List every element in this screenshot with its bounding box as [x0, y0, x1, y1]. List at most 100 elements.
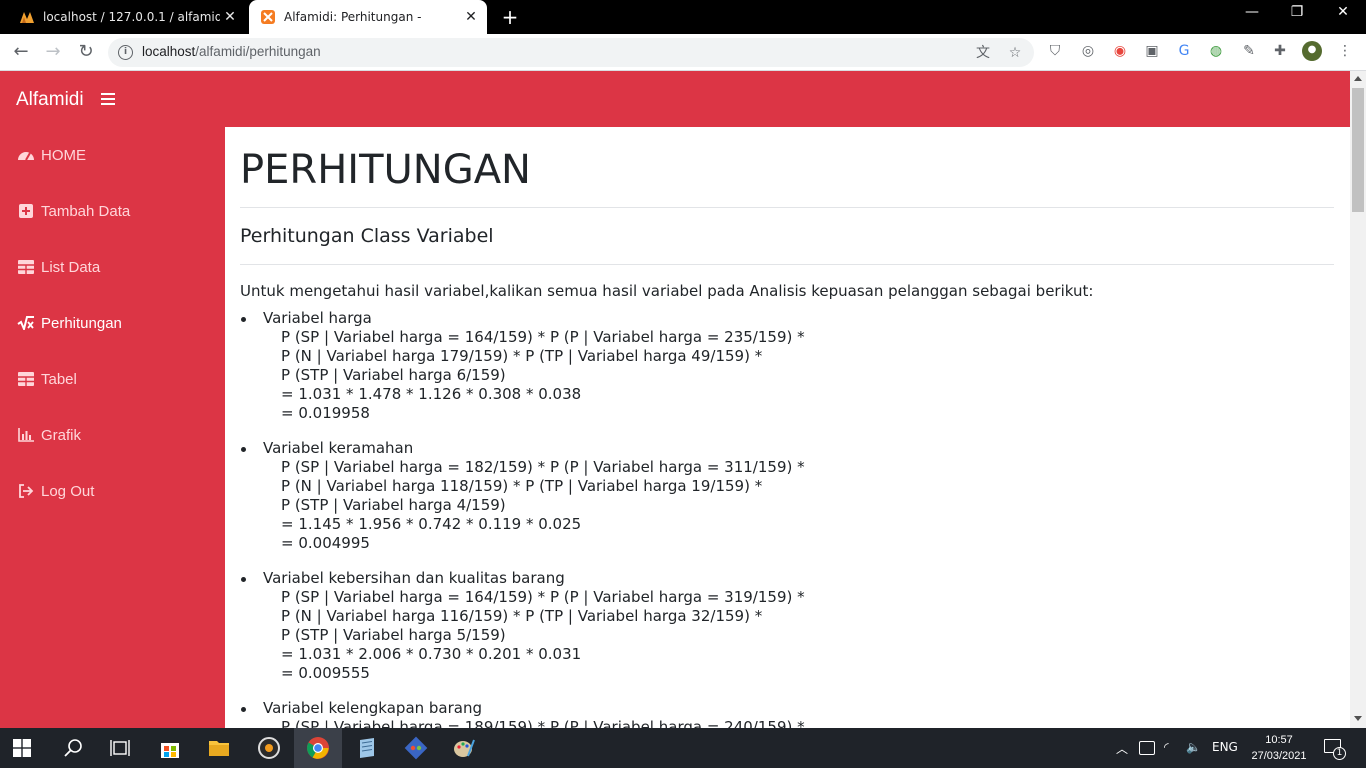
browser-tab-phpmyadmin[interactable]: localhost / 127.0.0.1 / alfamidi | p ✕	[8, 0, 246, 34]
sidebar-item-label: List Data	[41, 258, 101, 276]
hamburger-menu-icon[interactable]	[101, 93, 115, 105]
close-window-button[interactable]: ✕	[1331, 4, 1355, 20]
clock-time: 10:57	[1265, 734, 1293, 746]
notepad-icon[interactable]	[355, 736, 379, 760]
sidebar-item-label: Tambah Data	[41, 202, 131, 220]
sidebar-item-label: Perhitungan	[41, 314, 122, 332]
browser-tab-alfamidi[interactable]: Alfamidi: Perhitungan - ✕	[249, 0, 487, 34]
formula-line: P (SP | Variabel harga = 189/159) * P (P…	[281, 718, 805, 728]
clock[interactable]: 10:57 27/03/2021	[1248, 732, 1310, 764]
store-icon[interactable]	[158, 736, 182, 760]
item-title: Variabel kebersihan dan kualitas barang	[263, 569, 565, 587]
minimize-button[interactable]: —	[1240, 4, 1264, 20]
sidebar-item-log-out[interactable]: Log Out	[17, 479, 94, 503]
site-info-icon[interactable]: i	[118, 45, 133, 60]
item-title: Variabel harga	[263, 309, 372, 327]
tab-title: Alfamidi: Perhitungan -	[284, 10, 422, 24]
sidebar-item-home[interactable]: HOME	[17, 143, 86, 167]
variable-list: Variabel harga P (SP | Variabel harga = …	[240, 309, 805, 728]
scroll-down-icon[interactable]	[1354, 716, 1362, 721]
result-line: = 0.009555	[281, 664, 370, 682]
brand-title[interactable]: Alfamidi	[16, 89, 84, 111]
scroll-up-icon[interactable]	[1354, 76, 1362, 81]
list-item: Variabel harga P (SP | Variabel harga = …	[240, 309, 805, 423]
formula-line: P (SP | Variabel harga = 164/159) * P (P…	[281, 588, 805, 606]
page-scrollbar[interactable]	[1350, 71, 1366, 728]
tray-chevron-up-icon[interactable]: ︿	[1116, 740, 1128, 757]
main-content: PERHITUNGAN Perhitungan Class Variabel U…	[225, 127, 1350, 728]
extension-record-icon[interactable]: ◉	[1111, 42, 1129, 60]
browser-toolbar: ← → ↻ i localhost/alfamidi/perhitungan 文…	[0, 34, 1366, 71]
extension-globe-icon[interactable]: ◍	[1207, 42, 1225, 60]
bar-chart-icon	[17, 427, 35, 443]
formula-line: P (N | Variabel harga 179/159) * P (TP |…	[281, 347, 763, 365]
profile-avatar[interactable]: ●	[1302, 41, 1322, 61]
browser-menu-icon[interactable]: ⋮	[1336, 42, 1354, 60]
formula-line: P (N | Variabel harga 118/159) * P (TP |…	[281, 477, 763, 495]
bookmark-star-icon[interactable]: ☆	[1006, 44, 1024, 62]
formula-line: P (STP | Variabel harga 4/159)	[281, 496, 506, 514]
extension-pen-icon[interactable]: ✎	[1240, 42, 1258, 60]
notification-count-badge: 1	[1333, 747, 1346, 760]
result-line: = 0.019958	[281, 404, 370, 422]
close-tab-icon[interactable]: ✕	[220, 9, 240, 25]
sidebar-item-perhitungan[interactable]: Perhitungan	[17, 311, 122, 335]
tab-title: localhost / 127.0.0.1 / alfamidi | p	[43, 10, 220, 24]
sidebar-item-grafik[interactable]: Grafik	[17, 423, 81, 447]
extension-code-icon[interactable]: ◎	[1079, 42, 1097, 60]
sidebar-item-tabel[interactable]: Tabel	[17, 367, 77, 391]
app-topbar: Alfamidi	[0, 71, 1350, 127]
browser-tabstrip: localhost / 127.0.0.1 / alfamidi | p ✕ A…	[0, 0, 1366, 34]
extensions-puzzle-icon[interactable]: ✚	[1271, 42, 1289, 60]
list-item: Variabel kebersihan dan kualitas barang …	[240, 569, 805, 683]
sidebar: HOME Tambah Data List Data Perhitungan T…	[0, 127, 225, 728]
sidebar-item-tambah-data[interactable]: Tambah Data	[17, 199, 130, 223]
wifi-icon[interactable]: ◜	[1164, 740, 1169, 754]
dashboard-icon	[17, 147, 35, 163]
xampp-icon	[261, 10, 275, 24]
plus-square-icon	[17, 203, 35, 219]
sidebar-item-label: Log Out	[41, 482, 95, 500]
forward-icon[interactable]: →	[41, 40, 65, 64]
list-item: Variabel keramahan P (SP | Variabel harg…	[240, 439, 805, 553]
address-bar[interactable]: i localhost/alfamidi/perhitungan 文 ☆	[108, 38, 1034, 67]
extension-shield-icon[interactable]: ⛉	[1046, 42, 1064, 60]
reload-icon[interactable]: ↻	[74, 40, 98, 64]
search-icon[interactable]	[62, 736, 86, 760]
git-icon[interactable]	[404, 736, 428, 760]
table-icon	[17, 259, 35, 275]
notifications-icon[interactable]: 1	[1324, 739, 1346, 760]
windows-start-icon[interactable]	[13, 739, 31, 757]
translate-icon[interactable]: 文	[974, 44, 992, 62]
sidebar-item-list-data[interactable]: List Data	[17, 255, 100, 279]
table-icon	[17, 371, 35, 387]
sign-out-icon	[17, 483, 35, 499]
maximize-button[interactable]: ❐	[1285, 4, 1309, 20]
close-tab-icon[interactable]: ✕	[461, 9, 481, 25]
paint-icon[interactable]	[452, 736, 476, 760]
task-view-icon[interactable]	[108, 736, 132, 760]
back-icon[interactable]: ←	[9, 40, 33, 64]
extension-translate-icon[interactable]: G	[1175, 42, 1193, 60]
scrollbar-thumb[interactable]	[1352, 88, 1364, 212]
clock-date: 27/03/2021	[1251, 750, 1307, 762]
volume-icon[interactable]: 🔈	[1186, 740, 1201, 754]
sidebar-item-label: Tabel	[41, 370, 77, 388]
new-tab-button[interactable]: +	[498, 5, 522, 29]
battery-warning-icon[interactable]	[1139, 741, 1155, 755]
sidebar-item-label: Grafik	[41, 426, 82, 444]
intro-text: Untuk mengetahui hasil variabel,kalikan …	[240, 282, 1094, 300]
media-player-icon[interactable]	[257, 736, 281, 760]
formula-line: = 1.145 * 1.956 * 0.742 * 0.119 * 0.025	[281, 515, 582, 533]
extension-box-icon[interactable]: ▣	[1143, 42, 1161, 60]
list-item: Variabel kelengkapan barang P (SP | Vari…	[240, 699, 805, 728]
page-title: PERHITUNGAN	[240, 147, 531, 193]
square-root-icon	[17, 315, 35, 331]
chrome-icon[interactable]	[306, 736, 330, 760]
formula-line: = 1.031 * 1.478 * 1.126 * 0.308 * 0.038	[281, 385, 582, 403]
item-title: Variabel keramahan	[263, 439, 414, 457]
language-indicator[interactable]: ENG	[1212, 740, 1238, 754]
url-text[interactable]: localhost/alfamidi/perhitungan	[142, 44, 321, 59]
file-explorer-icon[interactable]	[207, 736, 231, 760]
formula-line: P (SP | Variabel harga = 164/159) * P (P…	[281, 328, 805, 346]
